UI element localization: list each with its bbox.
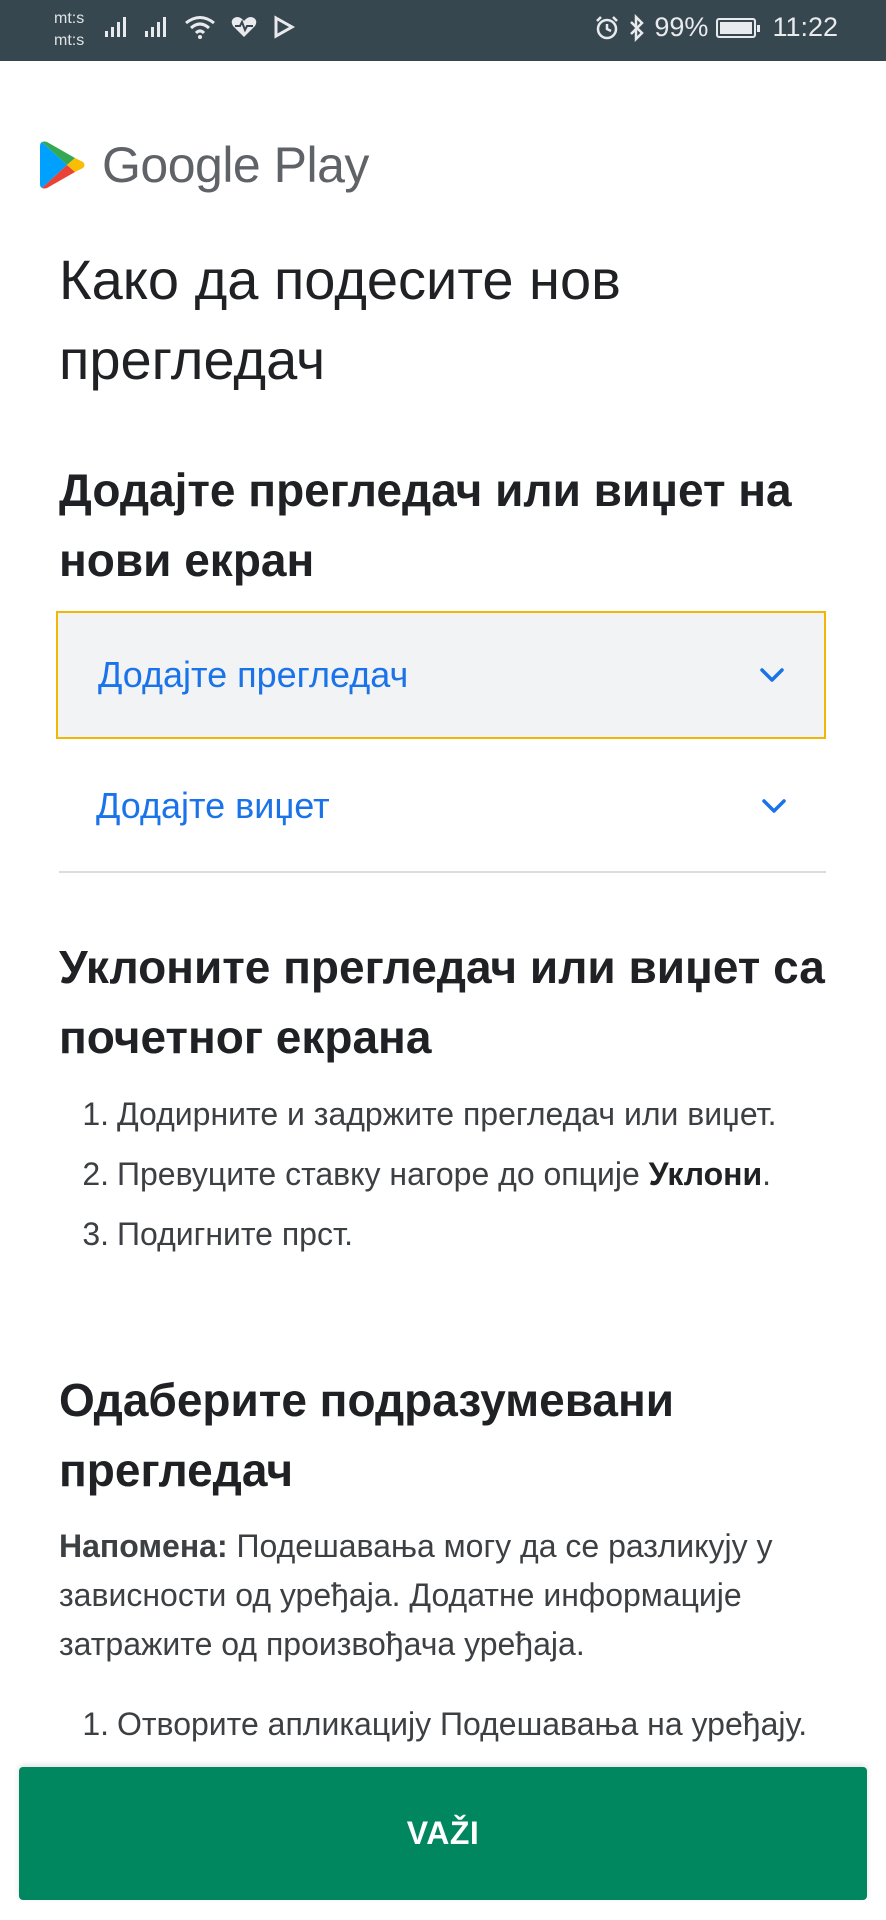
chevron-down-icon (762, 799, 786, 813)
battery-icon (716, 17, 761, 38)
google-play-wordmark: Google Play (102, 137, 369, 193)
carrier-1: mt:s (54, 10, 85, 27)
section-heading-default: Одаберите подразумевани прегледач (59, 1374, 675, 1496)
step-text: Превуците ставку нагоре до опције Уклони… (109, 1150, 771, 1198)
carrier-2: mt:s (54, 32, 85, 49)
section-heading-add: Додајте прегледач или виџет на нови екра… (59, 464, 792, 586)
signal-icon (105, 17, 126, 37)
wifi-icon (185, 16, 215, 39)
chevron-down-icon (760, 668, 784, 682)
bluetooth-icon (630, 13, 645, 42)
note-label: Напомена: (59, 1528, 228, 1564)
accordion-add-widget-label: Додајте виџет (96, 785, 330, 826)
carrier-labels: mt:s mt:s (54, 8, 84, 52)
step-text-part: . (762, 1156, 772, 1192)
google-play-logo: Google Play (40, 136, 369, 194)
divider (59, 871, 826, 873)
step-number: 1. (82, 1096, 109, 1132)
step-text: Додирните и задржите прегледач или виџет… (117, 1096, 777, 1132)
ok-button[interactable]: VAŽI (19, 1767, 867, 1900)
alarm-icon (596, 15, 619, 39)
step-text: Отворите апликацију Подешавања на уређај… (117, 1706, 808, 1742)
list-item: 1. Отворите апликацију Подешавања на уре… (59, 1700, 839, 1748)
step-text-bold: Уклони (648, 1156, 763, 1192)
note-paragraph: Напомена: Подешавања могу да се разликуј… (59, 1522, 849, 1669)
step-text-part: Превуците ставку нагоре до опције (117, 1156, 649, 1192)
remove-steps-list: 1. Додирните и задржите прегледач или ви… (59, 1090, 839, 1270)
accordion-add-widget[interactable]: Додајте виџет (56, 742, 826, 870)
status-icons-left (104, 14, 296, 40)
list-item: 3. Подигните прст. (59, 1210, 839, 1258)
page-title: Како да подесите нов прегледач (59, 248, 621, 391)
status-icons-right: 99% 11:22 (594, 12, 838, 43)
list-item: 2. Превуците ставку нагоре до опције Укл… (59, 1150, 839, 1198)
battery-percent: 99% (654, 12, 709, 42)
accordion-add-browser[interactable]: Додајте прегледач (56, 611, 826, 739)
section-heading-remove: Уклоните прегледач или виџет са почетног… (59, 941, 825, 1063)
list-item: 1. Додирните и задржите прегледач или ви… (59, 1090, 839, 1138)
google-play-logo-icon (40, 141, 85, 189)
step-number: 1. (82, 1706, 109, 1742)
signal-icon (145, 17, 166, 37)
play-store-notif-icon (274, 15, 296, 39)
step-text: Подигните прст. (117, 1216, 353, 1252)
status-bar: mt:s mt:s 99% 11:22 (0, 0, 886, 61)
health-icon (231, 17, 257, 37)
accordion-add-browser-label: Додајте прегледач (98, 654, 409, 695)
step-number: 2. (82, 1156, 109, 1192)
status-time: 11:22 (772, 12, 838, 42)
step-number: 3. (82, 1216, 109, 1252)
